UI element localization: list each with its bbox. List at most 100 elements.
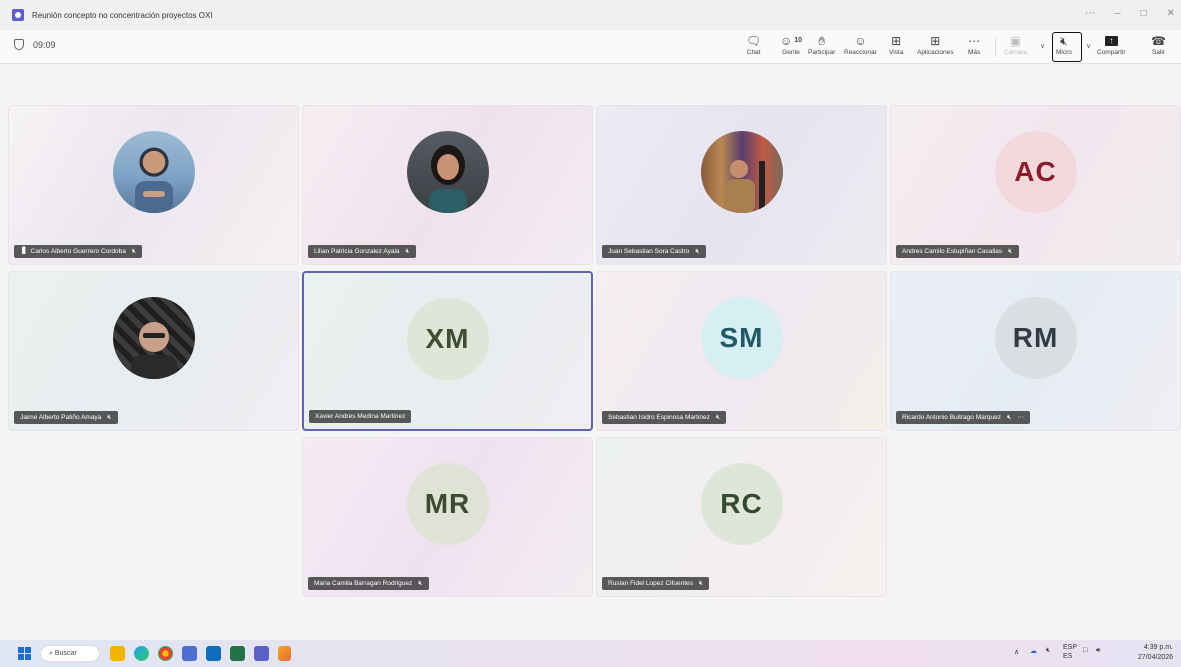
participant-name: Ricardo Antonio Buitrago Marquez — [902, 414, 1002, 421]
windows-start-icon[interactable] — [18, 647, 31, 660]
person-silhouette — [134, 181, 173, 214]
more-icon: ⋯ — [968, 34, 981, 48]
taskbar-clock[interactable]: 4:39 p.m. 27/04/2026 — [1138, 643, 1173, 663]
participant-name: Carlos Alberto Guerrero Cordoba — [30, 248, 126, 255]
mic-muted-icon: 🔇︎ — [405, 248, 410, 255]
raise-hand-button[interactable]: ✋︎ Participar — [808, 33, 835, 61]
participant-tile[interactable]: RC Ruslan Fidel Lopez Cifuentes 🔇︎ — [596, 437, 887, 597]
teams-icon[interactable] — [254, 646, 269, 661]
participant-initials-avatar: MR — [406, 463, 489, 546]
minimize-icon[interactable]: – — [1115, 8, 1121, 19]
leave-button[interactable]: ☎︎ Salir — [1151, 33, 1166, 61]
camera-label: Cámara — [1004, 49, 1028, 56]
share-button[interactable]: ↑ Compartir — [1097, 33, 1126, 61]
participant-tile[interactable]: RM Ricardo Antonio Buitrago Marquez 🔇︎ ⋯ — [890, 271, 1181, 431]
mic-muted-icon: 🔇︎ — [107, 414, 112, 421]
people-label: Gente — [782, 49, 800, 56]
timer-value: 09:09 — [33, 39, 56, 50]
close-icon[interactable]: ✕ — [1167, 8, 1175, 19]
participant-initials-avatar: AC — [994, 131, 1077, 214]
participant-name: Ruslan Fidel Lopez Cifuentes — [608, 580, 693, 587]
teams-icon — [12, 9, 24, 21]
view-button[interactable]: ⊞ Vista — [889, 33, 903, 61]
tray-chevron-icon[interactable]: ∧ — [1014, 648, 1019, 656]
share-label: Compartir — [1097, 49, 1126, 56]
participant-nametag: Maria Camila Barragan Rodriguez 🔇︎ — [308, 577, 429, 590]
participant-nametag: ▐▌ Carlos Alberto Guerrero Cordoba 🔇︎ — [14, 245, 143, 258]
mic-button[interactable]: 🔇︎ Micro — [1056, 33, 1072, 61]
apps-button[interactable]: ⊞ Aplicaciones — [917, 33, 954, 61]
hand-icon: ✋︎ — [818, 34, 826, 48]
grid-icon: ⊞ — [891, 34, 902, 48]
language-code: ESP — [1063, 644, 1078, 651]
participant-tile[interactable]: AC Andres Camilo Estupiñan Casallas 🔇︎ — [890, 105, 1181, 265]
maximize-icon[interactable]: □ — [1141, 8, 1147, 19]
participant-photo — [112, 297, 195, 380]
participant-more-icon[interactable]: ⋯ — [1017, 411, 1024, 424]
react-button[interactable]: ☺︎ Reaccionar — [844, 33, 877, 61]
person-silhouette — [724, 160, 765, 214]
camera-chevron-icon[interactable]: ∨ — [1040, 42, 1045, 50]
file-explorer-icon[interactable] — [110, 646, 125, 661]
toolbar-divider — [995, 37, 996, 57]
chat-label: Chat — [746, 49, 761, 56]
participant-tile[interactable]: Lilian Patricia Gonzalez Ayala 🔇︎ — [302, 105, 593, 265]
hangup-icon: ☎︎ — [1151, 34, 1166, 48]
teams-classic-icon[interactable] — [182, 646, 197, 661]
window-more-icon[interactable]: ⋯ — [1085, 8, 1095, 19]
more-label: Más — [968, 49, 981, 56]
participant-nametag: Juan Sebastian Sora Castro 🔇︎ — [602, 245, 706, 258]
language-indicator[interactable]: ESP ES — [1063, 643, 1077, 661]
outlook-icon[interactable] — [206, 646, 221, 661]
signal-icon: ▐▌ — [20, 248, 27, 254]
mic-muted-icon: 🔇︎ — [131, 248, 137, 255]
participant-tile[interactable]: SM Sebastian Isidro Espinosa Martinez 🔇︎ — [596, 271, 887, 431]
window-titlebar: Reunión concepto no concentración proyec… — [0, 0, 1181, 30]
taskbar-search[interactable]: ⌕ Buscar — [40, 645, 100, 662]
window-title: Reunión concepto no concentración proyec… — [32, 10, 213, 20]
chrome-icon[interactable] — [158, 646, 173, 661]
participant-name: Jaime Alberto Patiño Amaya — [20, 414, 102, 421]
participant-tile[interactable]: MR Maria Camila Barragan Rodriguez 🔇︎ — [302, 437, 593, 597]
participant-initials-avatar: SM — [700, 297, 783, 380]
participant-name: Andres Camilo Estupiñan Casallas — [902, 248, 1003, 255]
participant-photo — [112, 131, 195, 214]
snipping-tool-icon[interactable] — [278, 646, 291, 661]
language-sub: ES — [1063, 653, 1073, 660]
participant-photo — [406, 131, 489, 214]
chat-button[interactable]: 🗨︎ Chat — [746, 33, 761, 61]
participant-nametag: Xavier Andres Medina Martinez — [309, 410, 412, 423]
shield-icon — [14, 39, 24, 50]
volume-icon[interactable]: 🔊︎ — [1096, 647, 1100, 655]
mic-muted-icon: 🔇︎ — [1007, 414, 1012, 421]
onedrive-icon[interactable]: ☁︎ — [1030, 647, 1037, 655]
edge-icon[interactable] — [134, 646, 149, 661]
os-taskbar: ⌕ Buscar ∧ ☁︎ 🔇︎ ESP ES □ 🔊︎ 4:39 p.m. 2… — [0, 640, 1181, 667]
camera-button[interactable]: ▣ Cámara — [1004, 33, 1027, 61]
people-count: 10 — [794, 37, 803, 44]
leave-label: Salir — [1151, 49, 1165, 56]
participant-initials-avatar: RC — [700, 463, 783, 546]
react-label: Reaccionar — [844, 49, 877, 56]
participant-nametag: Jaime Alberto Patiño Amaya 🔇︎ — [14, 411, 118, 424]
mic-chevron-icon[interactable]: ∨ — [1086, 42, 1091, 50]
more-button[interactable]: ⋯ Más — [968, 33, 980, 61]
mic-muted-icon: 🔇︎ — [698, 580, 704, 587]
network-icon[interactable]: □ — [1083, 647, 1087, 654]
participant-tile[interactable]: ▐▌ Carlos Alberto Guerrero Cordoba 🔇︎ — [8, 105, 299, 265]
mic-muted-icon: 🔇︎ — [1008, 248, 1013, 255]
mic-muted-icon: 🔇︎ — [695, 248, 700, 255]
participant-photo — [700, 131, 783, 214]
chat-icon: 🗨︎ — [746, 34, 762, 48]
search-icon: ⌕ — [49, 650, 53, 657]
participant-tile[interactable]: Juan Sebastian Sora Castro 🔇︎ — [596, 105, 887, 265]
people-button[interactable]: ☺︎ 10 Gente — [780, 33, 802, 61]
person-silhouette — [130, 322, 177, 380]
meeting-timer: 09:09 — [14, 39, 56, 50]
excel-icon[interactable] — [230, 646, 245, 661]
mic-tray-icon[interactable]: 🔇︎ — [1046, 647, 1050, 655]
participant-tile[interactable]: Jaime Alberto Patiño Amaya 🔇︎ — [8, 271, 299, 431]
people-icon: ☺︎ 10 — [780, 34, 803, 48]
window-controls: ⋯ – □ ✕ — [1085, 8, 1175, 19]
participant-tile-active-speaker[interactable]: XM Xavier Andres Medina Martinez — [302, 271, 593, 431]
